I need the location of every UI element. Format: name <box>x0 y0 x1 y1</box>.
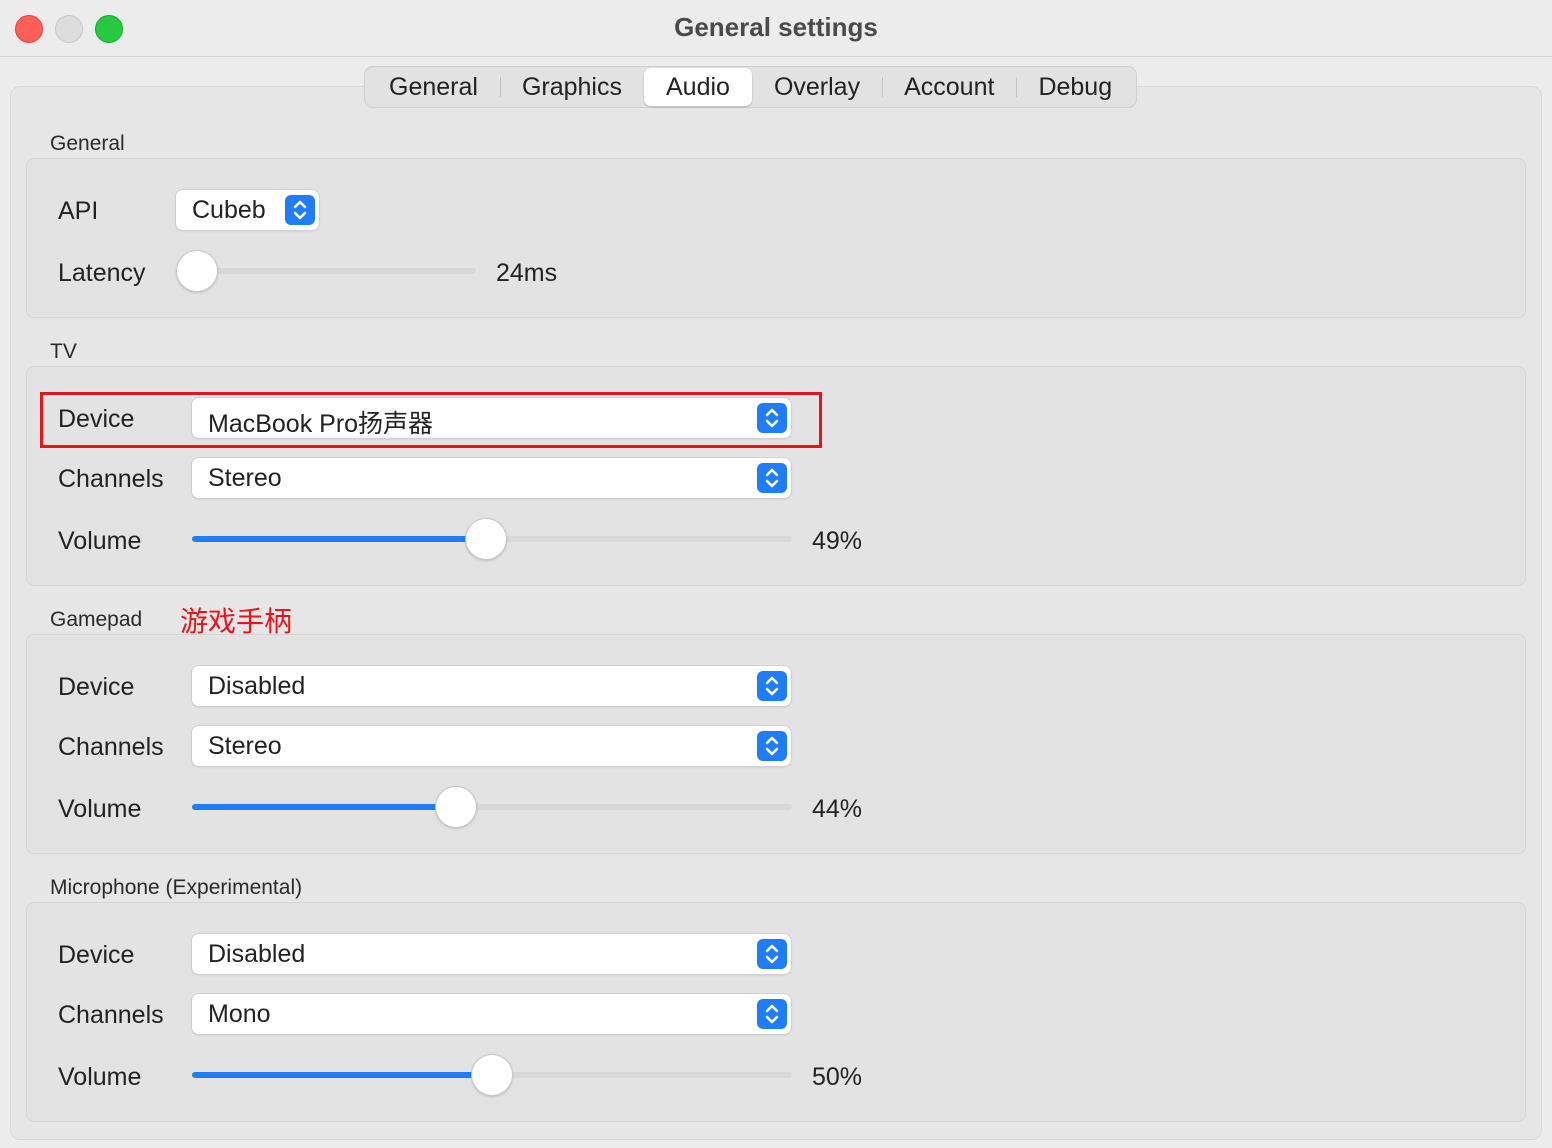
title-bar: General settings <box>0 0 1552 57</box>
gamepad-channels-select-value: Stereo <box>208 732 282 760</box>
gamepad-device-select[interactable]: Disabled <box>192 666 791 706</box>
slider-fill <box>192 804 456 810</box>
chevron-updown-icon <box>757 999 787 1029</box>
chevron-updown-icon <box>285 195 315 225</box>
tab-overlay[interactable]: Overlay <box>752 68 882 106</box>
tab-debug[interactable]: Debug <box>1016 68 1134 106</box>
api-label: API <box>58 197 99 225</box>
slider-knob[interactable] <box>436 787 476 827</box>
mic-channels-select-value: Mono <box>208 1000 271 1028</box>
gamepad-volume-value: 44% <box>812 795 863 823</box>
chevron-updown-icon <box>757 731 787 761</box>
highlight-box <box>40 392 822 448</box>
mic-device-select[interactable]: Disabled <box>192 934 791 974</box>
slider-track <box>176 268 476 274</box>
mic-volume-slider[interactable] <box>192 1055 792 1095</box>
tv-volume-value: 49% <box>812 527 863 555</box>
section-title-gamepad: Gamepad <box>50 608 143 631</box>
tv-channels-select-value: Stereo <box>208 464 282 492</box>
slider-knob[interactable] <box>472 1055 512 1095</box>
latency-label: Latency <box>58 259 146 287</box>
slider-knob[interactable] <box>177 251 217 291</box>
latency-slider[interactable] <box>176 251 476 291</box>
gamepad-channels-select[interactable]: Stereo <box>192 726 791 766</box>
mic-volume-value: 50% <box>812 1063 863 1091</box>
window-title: General settings <box>674 12 878 42</box>
mic-volume-label: Volume <box>58 1063 142 1091</box>
mic-channels-select[interactable]: Mono <box>192 994 791 1034</box>
mic-channels-label: Channels <box>58 1001 164 1029</box>
mic-device-select-value: Disabled <box>208 940 306 968</box>
section-title-tv: TV <box>50 340 77 363</box>
chevron-updown-icon <box>757 671 787 701</box>
section-title-general: General <box>50 132 125 155</box>
latency-value: 24ms <box>496 259 558 287</box>
tab-bar: General Graphics Audio Overlay Account D… <box>364 66 1138 108</box>
mic-device-label: Device <box>58 941 135 969</box>
tv-channels-label: Channels <box>58 465 164 493</box>
gamepad-volume-slider[interactable] <box>192 787 792 827</box>
gamepad-device-label: Device <box>58 673 135 701</box>
tv-channels-select[interactable]: Stereo <box>192 458 791 498</box>
gamepad-volume-label: Volume <box>58 795 142 823</box>
tab-account[interactable]: Account <box>882 68 1016 106</box>
api-select-value: Cubeb <box>192 196 266 224</box>
gamepad-device-select-value: Disabled <box>208 672 306 700</box>
slider-fill <box>192 1072 492 1078</box>
tab-graphics[interactable]: Graphics <box>499 68 644 106</box>
chevron-updown-icon <box>757 939 787 969</box>
api-select[interactable]: Cubeb <box>176 190 319 230</box>
gamepad-channels-label: Channels <box>58 733 164 761</box>
chevron-updown-icon <box>757 463 787 493</box>
group-general <box>26 158 1526 318</box>
slider-knob[interactable] <box>466 519 506 559</box>
tab-audio[interactable]: Audio <box>644 68 752 106</box>
slider-fill <box>192 536 486 542</box>
tab-general[interactable]: General <box>367 68 500 106</box>
section-title-microphone: Microphone (Experimental) <box>50 876 303 899</box>
tv-volume-label: Volume <box>58 527 142 555</box>
tv-volume-slider[interactable] <box>192 519 792 559</box>
